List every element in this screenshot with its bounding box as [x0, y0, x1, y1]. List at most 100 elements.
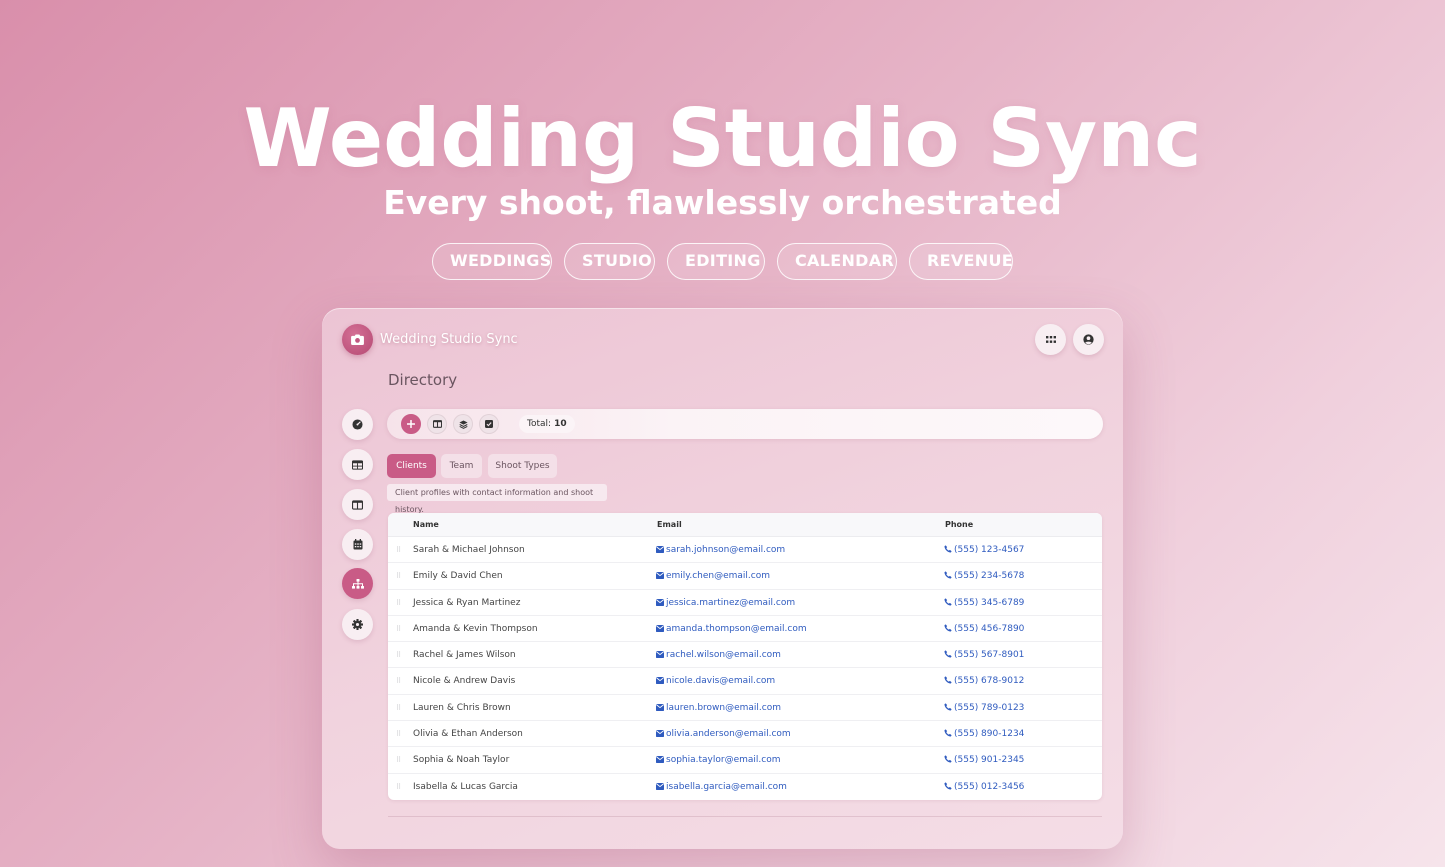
- phone-icon: [944, 782, 952, 790]
- drag-handle-icon[interactable]: ⠿: [396, 756, 401, 764]
- page-title: Directory: [388, 371, 458, 389]
- sidebar-item-table[interactable]: [342, 449, 373, 480]
- table-row[interactable]: ⠿ Nicole & Andrew Davis nicole.davis@email…: [388, 668, 1102, 695]
- table-row[interactable]: ⠿ Olivia & Ethan Anderson olivia.anderson@…: [388, 721, 1102, 748]
- sidebar-item-calendar[interactable]: [342, 529, 373, 560]
- phone-icon: [944, 597, 952, 606]
- drag-handle-icon[interactable]: ⠿: [396, 572, 401, 580]
- column-header-name[interactable]: Name: [413, 513, 439, 537]
- apps-menu-button[interactable]: [1035, 324, 1066, 355]
- table-row[interactable]: ⠿ Rachel & James Wilson rachel.wilson@emai…: [388, 642, 1102, 669]
- email-text: sarah.johnson@email.com: [666, 545, 786, 555]
- cell-phone-link[interactable]: (555) 678-9012: [944, 668, 1024, 694]
- drag-handle-icon[interactable]: ⠿: [396, 677, 401, 685]
- cell-email-link[interactable]: olivia.anderson@email.com: [656, 721, 791, 747]
- phone-text: (555) 012-3456: [954, 781, 1025, 792]
- column-header-email[interactable]: Email: [657, 513, 682, 537]
- cell-email-link[interactable]: sarah.johnson@email.com: [656, 537, 785, 563]
- table-row[interactable]: ⠿ Amanda & Kevin Thompson amanda.thompson@…: [388, 616, 1102, 643]
- layers-button[interactable]: [453, 414, 473, 434]
- envelope-icon: [656, 546, 664, 553]
- app-window: Wedding Studio Sync Directory Total: 10 …: [322, 308, 1123, 849]
- cell-phone-link[interactable]: (555) 345-6789: [944, 590, 1024, 616]
- envelope-icon: [656, 651, 664, 659]
- cell-name: Lauren & Chris Brown: [413, 702, 511, 713]
- sidebar-item-dashboard[interactable]: [342, 409, 373, 440]
- columns-icon: [352, 499, 363, 510]
- phone-text: (555) 345-6789: [954, 597, 1025, 608]
- cell-email-link[interactable]: jessica.martinez@email.com: [656, 590, 795, 616]
- cell-phone-link[interactable]: (555) 456-7890: [944, 616, 1024, 642]
- column-header-phone[interactable]: Phone: [945, 513, 973, 537]
- cell-email-link[interactable]: rachel.wilson@email.com: [656, 642, 781, 668]
- clients-table: Name Email Phone ⠿ Sarah & Michael Johnso…: [388, 513, 1102, 800]
- email-text: emily.chen@email.com: [666, 571, 771, 582]
- cell-email-link[interactable]: isabella.garcia@email.com: [656, 774, 787, 800]
- select-button[interactable]: [479, 414, 499, 434]
- phone-text: (555) 234-5678: [954, 571, 1025, 582]
- phone-text: (555) 123-4567: [954, 545, 1025, 555]
- cell-phone-link[interactable]: (555) 234-5678: [944, 563, 1024, 589]
- phone-icon: [944, 571, 952, 579]
- camera-icon: [351, 334, 364, 345]
- tab-shoot-types[interactable]: Shoot Types: [488, 454, 557, 478]
- email-text: lauren.brown@email.com: [666, 702, 782, 713]
- table-row[interactable]: ⠿ Emily & David Chen emily.chen@email.com (…: [388, 563, 1102, 590]
- table-row[interactable]: ⠿ Isabella & Lucas Garcia isabella.garcia@…: [388, 774, 1102, 800]
- table-row[interactable]: ⠿ Sarah & Michael Johnson sarah.johnson@em…: [388, 537, 1102, 564]
- cell-phone-link[interactable]: (555) 789-0123: [944, 695, 1024, 721]
- columns-icon: [432, 420, 442, 428]
- drag-handle-icon[interactable]: ⠿: [396, 783, 401, 791]
- cell-phone-link[interactable]: (555) 567-8901: [944, 642, 1024, 668]
- dashboard-gauge-icon: [352, 419, 363, 430]
- phone-icon: [944, 545, 952, 553]
- cell-phone-link[interactable]: (555) 901-2345: [944, 747, 1024, 773]
- sidebar-item-board[interactable]: [342, 489, 373, 520]
- columns-view-button[interactable]: [427, 414, 447, 434]
- drag-handle-icon[interactable]: ⠿: [396, 704, 401, 712]
- drag-handle-icon[interactable]: ⠿: [396, 625, 401, 633]
- drag-handle-icon[interactable]: ⠿: [396, 730, 401, 738]
- drag-handle-icon[interactable]: ⠿: [396, 651, 401, 659]
- tab-description: Client profiles with contact information…: [387, 484, 607, 514]
- cell-phone-link[interactable]: (555) 890-1234: [944, 721, 1024, 747]
- phone-icon: [944, 729, 952, 737]
- drag-handle-icon[interactable]: ⠿: [396, 546, 401, 554]
- sidebar-item-settings[interactable]: [342, 609, 373, 640]
- app-title: Wedding Studio Sync: [380, 332, 518, 347]
- envelope-icon: [656, 782, 664, 790]
- tab-team[interactable]: Team: [441, 454, 482, 478]
- cell-name: Jessica & Ryan Martinez: [413, 597, 521, 608]
- email-text: olivia.anderson@email.com: [666, 729, 791, 740]
- feature-pills: WEDDINGS STUDIO EDITING CALENDAR REVENUE: [0, 243, 1445, 280]
- cell-email-link[interactable]: amanda.thompson@email.com: [656, 616, 807, 642]
- phone-text: (555) 567-8901: [954, 650, 1025, 661]
- table-row[interactable]: ⠿ Sophia & Noah Taylor sophia.taylor@email…: [388, 747, 1102, 774]
- cell-phone-link[interactable]: (555) 123-4567: [944, 537, 1024, 563]
- sitemap-icon: [351, 578, 364, 589]
- layers-icon: [458, 419, 468, 429]
- sidebar-item-directory[interactable]: [342, 568, 373, 599]
- email-text: amanda.thompson@email.com: [666, 623, 807, 634]
- cell-email-link[interactable]: lauren.brown@email.com: [656, 695, 781, 721]
- cell-email-link[interactable]: nicole.davis@email.com: [656, 668, 775, 694]
- tab-clients[interactable]: Clients: [387, 454, 436, 478]
- app-logo[interactable]: [342, 324, 373, 355]
- phone-icon: [944, 755, 952, 763]
- table-row[interactable]: ⠿ Jessica & Ryan Martinez jessica.martinez…: [388, 590, 1102, 616]
- cell-email-link[interactable]: emily.chen@email.com: [656, 563, 770, 589]
- total-count-badge: Total: 10: [519, 415, 575, 433]
- cell-email-link[interactable]: sophia.taylor@email.com: [656, 747, 780, 773]
- drag-handle-icon[interactable]: ⠿: [396, 599, 401, 607]
- user-profile-button[interactable]: [1073, 324, 1104, 355]
- cell-name: Emily & David Chen: [413, 571, 503, 582]
- user-circle-icon: [1083, 334, 1094, 345]
- cell-name: Olivia & Ethan Anderson: [413, 729, 523, 740]
- table-row[interactable]: ⠿ Lauren & Chris Brown lauren.brown@email.…: [388, 695, 1102, 722]
- pill-calendar: CALENDAR: [777, 243, 897, 280]
- phone-icon: [944, 703, 952, 711]
- cell-phone-link[interactable]: (555) 012-3456: [944, 774, 1024, 800]
- divider: [388, 816, 1102, 817]
- add-button[interactable]: [401, 414, 421, 434]
- pill-studio: STUDIO: [564, 243, 655, 280]
